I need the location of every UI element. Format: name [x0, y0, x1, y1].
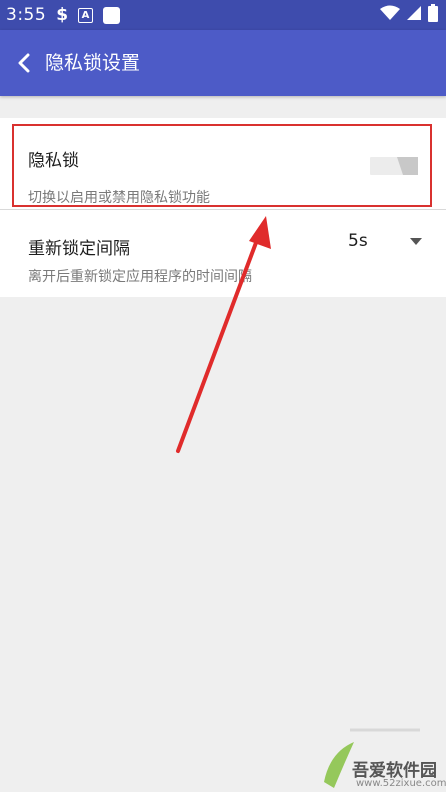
- wifi-icon: [380, 5, 400, 25]
- chevron-left-icon: [18, 53, 30, 73]
- app-notification-icon: [103, 6, 121, 24]
- highlight-box: [12, 124, 432, 207]
- page-title: 隐私锁设置: [45, 52, 141, 74]
- status-bar: 3:55 $ A: [0, 0, 446, 30]
- watermark-url: www.52zixue.com: [356, 778, 446, 789]
- dropdown-arrow-icon: [410, 238, 422, 245]
- privacy-lock-setting[interactable]: 隐私锁 切换以启用或禁用隐私锁功能: [0, 118, 446, 210]
- relock-interval-dropdown[interactable]: 5s: [336, 224, 432, 258]
- settings-list: 隐私锁 切换以启用或禁用隐私锁功能 重新锁定间隔 离开后重新锁定应用程序的时间间…: [0, 118, 446, 297]
- a-notification-icon: A: [78, 7, 94, 23]
- status-time: 3:55: [6, 5, 47, 25]
- back-button[interactable]: [12, 50, 36, 76]
- signal-icon: [406, 5, 422, 25]
- relock-interval-title: 重新锁定间隔: [28, 239, 130, 259]
- relock-interval-subtitle: 离开后重新锁定应用程序的时间间隔: [28, 269, 252, 285]
- watermark-logo: 吾爱软件园 www.52zixue.com: [316, 712, 446, 792]
- relock-interval-setting[interactable]: 重新锁定间隔 离开后重新锁定应用程序的时间间隔 5s: [0, 210, 446, 297]
- s-notification-icon: $: [56, 5, 69, 25]
- relock-interval-value: 5s: [348, 231, 368, 251]
- app-bar: 隐私锁设置: [0, 30, 446, 96]
- battery-icon: [428, 4, 438, 26]
